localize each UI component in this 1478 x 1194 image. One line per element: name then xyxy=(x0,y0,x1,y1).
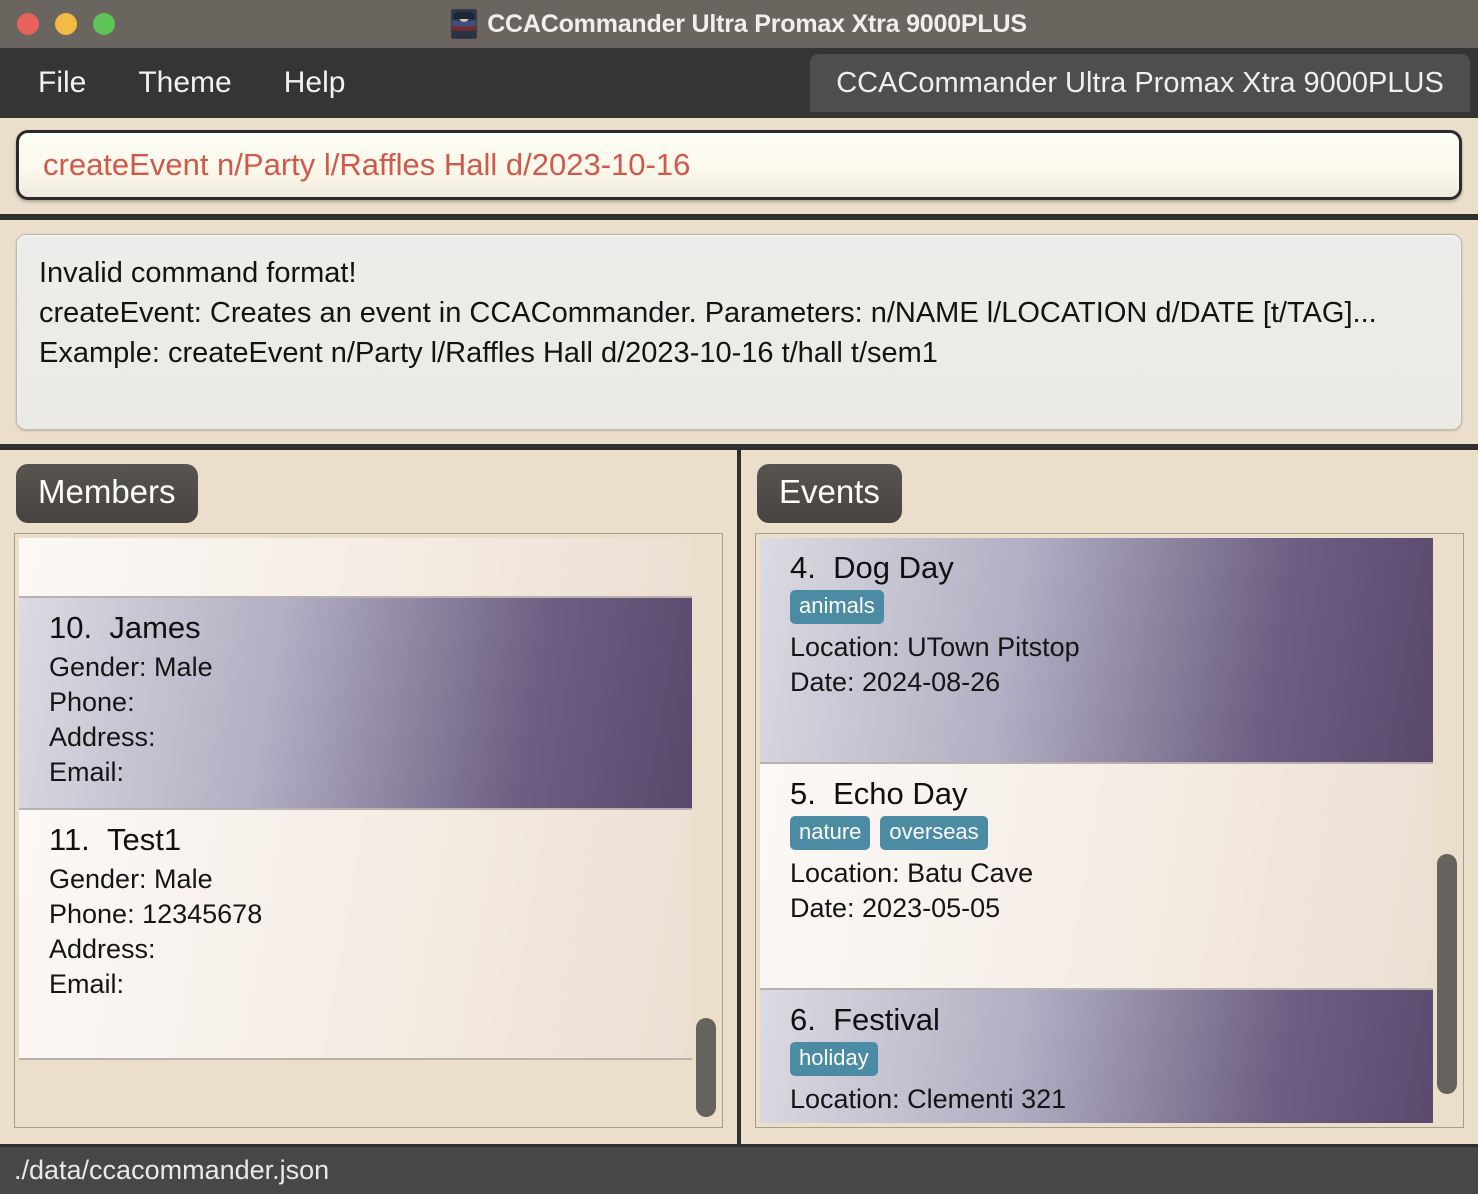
events-panel: Events 4. Dog Day animals Location: UTow… xyxy=(741,450,1478,1144)
command-input-text[interactable]: createEvent n/Party l/Raffles Hall d/202… xyxy=(43,147,690,183)
member-phone: Phone: 12345678 xyxy=(49,899,263,929)
event-card-title: 4. Dog Day xyxy=(790,550,1413,586)
member-card-title: 11. Test1 xyxy=(49,822,672,858)
event-name: Dog Day xyxy=(833,550,954,585)
save-location-status: ./data/ccacommander.json xyxy=(14,1155,330,1185)
event-index: 5. xyxy=(790,776,816,811)
member-address: Address: xyxy=(49,934,156,964)
result-display-box: Invalid command format! createEvent: Cre… xyxy=(16,234,1462,430)
member-email: Email: xyxy=(49,757,125,787)
list-item[interactable]: 6. Festival holiday Location: Clementi 3… xyxy=(760,990,1433,1123)
members-list[interactable]: 10. James Gender: Male Phone: Address: E… xyxy=(14,533,723,1128)
menu-bar: File Theme Help CCACommander Ultra Proma… xyxy=(0,48,1478,118)
events-list[interactable]: 4. Dog Day animals Location: UTown Pitst… xyxy=(755,533,1464,1128)
events-scrollbar-thumb[interactable] xyxy=(1437,853,1457,1094)
title-bar: CCACommander Ultra Promax Xtra 9000PLUS xyxy=(0,0,1478,48)
event-tag[interactable]: holiday xyxy=(790,1042,878,1076)
application-window: CCACommander Ultra Promax Xtra 9000PLUS … xyxy=(0,0,1478,1194)
events-scrollbar[interactable] xyxy=(1436,538,1458,1123)
event-date: Date: 2024-08-26 xyxy=(790,667,1001,697)
event-tag-row: nature overseas xyxy=(790,816,1413,850)
menu-item-file[interactable]: File xyxy=(18,60,106,106)
minimize-window-button[interactable] xyxy=(55,13,77,35)
member-phone: Phone: xyxy=(49,687,135,717)
member-index: 11. xyxy=(49,822,90,857)
member-gender: Gender: Male xyxy=(49,864,213,894)
member-gender: Gender: Male xyxy=(49,652,213,682)
result-line-3: Example: createEvent n/Party l/Raffles H… xyxy=(39,337,938,369)
event-location: Location: UTown Pitstop xyxy=(790,632,1080,662)
main-content: Members 10. James Gender: Male Phone: Ad… xyxy=(0,450,1478,1144)
members-panel-header: Members xyxy=(0,450,737,533)
member-name: Test1 xyxy=(107,822,182,857)
event-tag[interactable]: overseas xyxy=(880,816,988,850)
app-name-tab[interactable]: CCACommander Ultra Promax Xtra 9000PLUS xyxy=(810,54,1470,112)
event-tag-row: holiday xyxy=(790,1042,1413,1076)
members-list-viewport: 10. James Gender: Male Phone: Address: E… xyxy=(19,538,692,1123)
result-line-2: createEvent: Creates an event in CCAComm… xyxy=(39,297,1377,329)
member-email: Email: xyxy=(49,969,125,999)
close-window-button[interactable] xyxy=(17,13,39,35)
list-item[interactable]: 4. Dog Day animals Location: UTown Pitst… xyxy=(760,538,1433,764)
menu-item-help[interactable]: Help xyxy=(264,60,366,106)
event-index: 6. xyxy=(790,1002,816,1037)
members-scrollbar-thumb[interactable] xyxy=(696,1017,716,1118)
menu-item-theme[interactable]: Theme xyxy=(118,60,251,106)
member-index: 10. xyxy=(49,610,93,645)
event-name: Festival xyxy=(833,1002,940,1037)
traffic-light-group xyxy=(0,13,115,35)
list-item[interactable]: 11. Test1 Gender: Male Phone: 12345678 A… xyxy=(19,810,692,1060)
result-line-1: Invalid command format! xyxy=(39,257,357,289)
member-name: James xyxy=(109,610,201,645)
event-name: Echo Day xyxy=(833,776,968,811)
window-title-group: CCACommander Ultra Promax Xtra 9000PLUS xyxy=(0,9,1478,39)
list-item[interactable]: 10. James Gender: Male Phone: Address: E… xyxy=(19,598,692,810)
event-tag-row: animals xyxy=(790,590,1413,624)
cat-commander-icon xyxy=(451,9,478,39)
members-scrollbar[interactable] xyxy=(695,538,717,1123)
event-location: Location: Clementi 321 xyxy=(790,1084,1067,1114)
maximize-window-button[interactable] xyxy=(93,13,115,35)
members-panel-title: Members xyxy=(16,464,198,523)
events-panel-title: Events xyxy=(757,464,902,523)
list-item[interactable]: 5. Echo Day nature overseas Location: Ba… xyxy=(760,764,1433,990)
event-location: Location: Batu Cave xyxy=(790,858,1034,888)
window-title: CCACommander Ultra Promax Xtra 9000PLUS xyxy=(487,9,1027,38)
member-address: Address: xyxy=(49,722,156,752)
events-list-viewport: 4. Dog Day animals Location: UTown Pitst… xyxy=(760,538,1433,1123)
event-date: Date: 2023-05-05 xyxy=(790,893,1001,923)
list-item[interactable] xyxy=(19,538,692,598)
status-bar: ./data/ccacommander.json xyxy=(0,1144,1478,1194)
events-panel-header: Events xyxy=(741,450,1478,533)
event-index: 4. xyxy=(790,550,816,585)
event-tag[interactable]: animals xyxy=(790,590,884,624)
member-card-title: 10. James xyxy=(49,610,672,646)
event-card-title: 6. Festival xyxy=(790,1002,1413,1038)
command-input-box[interactable]: createEvent n/Party l/Raffles Hall d/202… xyxy=(16,130,1462,200)
members-panel: Members 10. James Gender: Male Phone: Ad… xyxy=(0,450,737,1144)
event-date: Date: 2023-10-05 xyxy=(790,1117,1413,1123)
event-card-title: 5. Echo Day xyxy=(790,776,1413,812)
command-input-zone: createEvent n/Party l/Raffles Hall d/202… xyxy=(0,118,1478,220)
event-tag[interactable]: nature xyxy=(790,816,871,850)
result-display-zone: Invalid command format! createEvent: Cre… xyxy=(0,220,1478,450)
